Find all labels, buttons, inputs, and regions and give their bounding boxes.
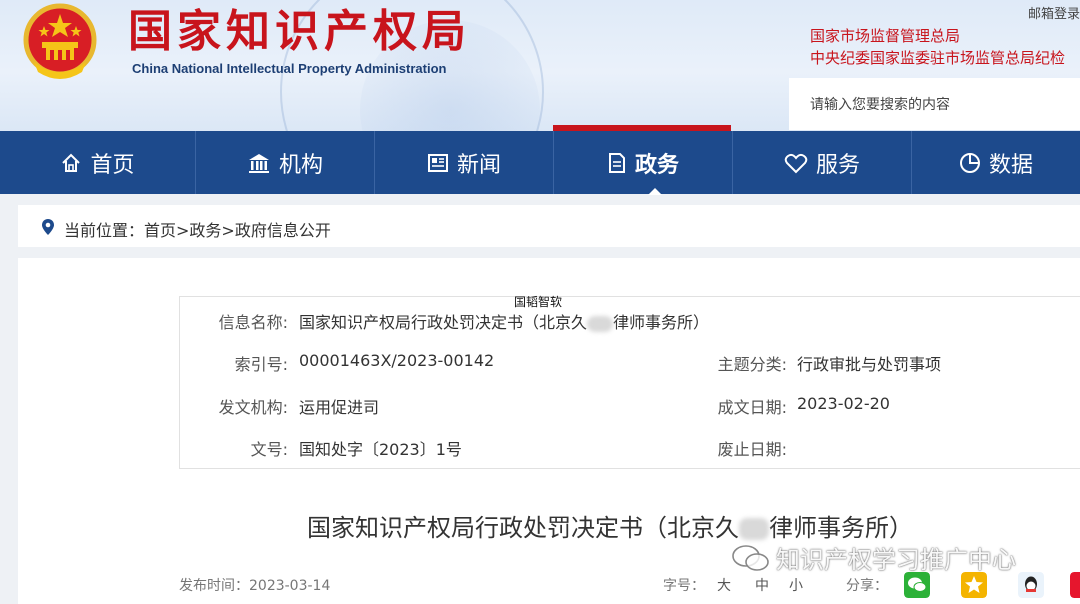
info-name-label: 信息名称: [218, 313, 288, 332]
weibo-share-icon[interactable] [1070, 572, 1080, 598]
redaction-blur [587, 315, 614, 332]
wechat-watermark-icon [732, 544, 769, 571]
info-name-value: 国家知识产权局行政处罚决定书（北京久 律师事务所） [299, 313, 710, 332]
discipline-inspection-link[interactable]: 中央纪委国家监委驻市场监管总局纪检 [810, 47, 1065, 68]
watermark-large: 知识产权学习推广中心 [730, 540, 1016, 575]
info-org-label: 发文机构: [218, 398, 288, 417]
national-emblem-icon[interactable] [20, 2, 100, 80]
home-icon [60, 152, 82, 174]
site-title[interactable]: 国家知识产权局 [128, 4, 471, 60]
nav-active-caret [648, 188, 662, 195]
nav-news[interactable]: 新闻 [375, 131, 554, 194]
site-header: 国家知识产权局 China National Intellectual Prop… [0, 0, 1080, 131]
breadcrumb: 当前位置：首页>政务>政府信息公开 [18, 205, 1080, 247]
share-label: 分享： [846, 578, 888, 594]
info-date-value: 2023-02-20 [797, 394, 890, 413]
nav-label: 首页 [90, 152, 135, 178]
nav-label: 新闻 [456, 152, 501, 178]
location-pin-icon [42, 219, 54, 235]
qzone-share-icon[interactable] [961, 572, 987, 598]
service-icon [784, 152, 808, 174]
data-icon [959, 152, 981, 174]
font-size-label: 字号： [663, 578, 705, 594]
main-nav: 首页 机构 新闻 政务 服务 数据 [0, 131, 1080, 194]
watermark-small: 国韬智软 [514, 295, 563, 309]
nav-label: 机构 [278, 152, 323, 178]
samr-link[interactable]: 国家市场监督管理总局 [810, 25, 960, 46]
wechat-share-icon[interactable] [904, 572, 930, 598]
search-box[interactable]: 请输入您要搜索的内容 [789, 78, 1080, 130]
nav-data[interactable]: 数据 [912, 131, 1080, 194]
nav-home[interactable]: 首页 [0, 131, 196, 194]
institution-icon [247, 152, 271, 174]
font-size-small[interactable]: 小 [789, 575, 803, 595]
nav-government[interactable]: 政务 [554, 131, 733, 194]
publish-time: 发布时间：2023-03-14 [179, 578, 331, 594]
info-index-label: 索引号: [234, 355, 288, 374]
nav-label: 服务 [815, 152, 860, 178]
info-docno-value: 国知处字〔2023〕1号 [299, 440, 462, 459]
nav-service[interactable]: 服务 [733, 131, 912, 194]
mail-login-link[interactable]: 邮箱登录 [1028, 3, 1080, 22]
info-abolish-label: 废止日期: [717, 440, 787, 459]
font-size-medium[interactable]: 中 [755, 575, 769, 595]
breadcrumb-text[interactable]: 当前位置：首页>政务>政府信息公开 [64, 217, 331, 241]
info-topic-value: 行政审批与处罚事项 [797, 355, 942, 374]
qq-share-icon[interactable] [1018, 572, 1044, 598]
search-input[interactable]: 请输入您要搜索的内容 [810, 94, 950, 114]
news-icon [427, 152, 449, 174]
info-org-value: 运用促进司 [299, 398, 380, 417]
info-date-label: 成文日期: [717, 398, 787, 417]
info-docno-label: 文号: [250, 440, 288, 459]
document-title: 国家知识产权局行政处罚决定书（北京久 律师事务所） [307, 514, 913, 542]
site-subtitle: China National Intellectual Property Adm… [132, 61, 447, 76]
nav-institution[interactable]: 机构 [196, 131, 375, 194]
info-topic-label: 主题分类: [717, 355, 787, 374]
nav-label: 政务 [634, 152, 679, 178]
font-size-large[interactable]: 大 [717, 575, 731, 595]
nav-label: 数据 [988, 152, 1033, 178]
government-icon [607, 152, 627, 174]
info-index-value: 00001463X/2023-00142 [299, 351, 495, 370]
redaction-blur [739, 518, 769, 540]
